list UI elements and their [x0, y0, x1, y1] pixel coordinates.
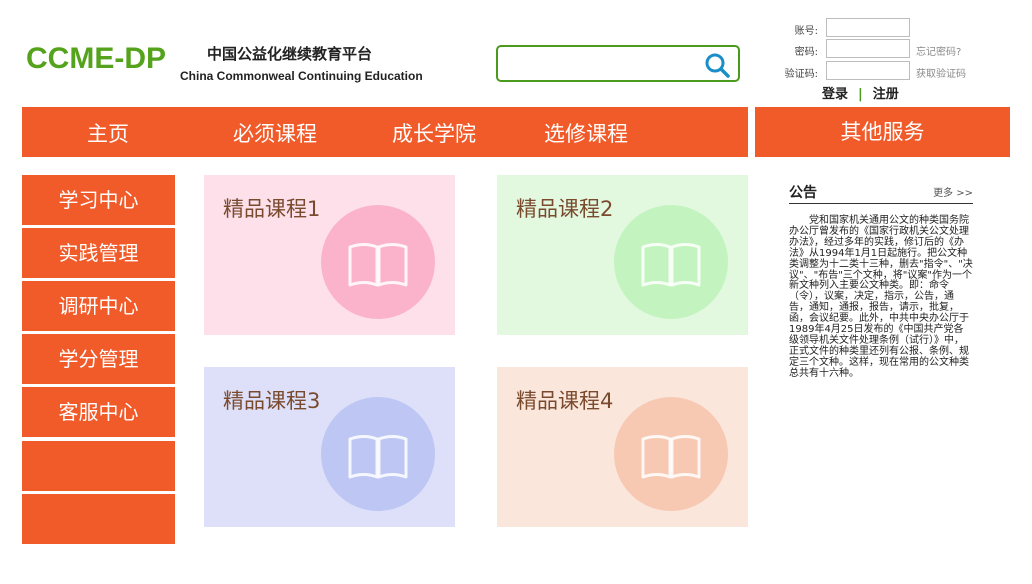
- site-logo[interactable]: CCME-DP: [26, 42, 166, 76]
- login-separator: |: [858, 87, 863, 102]
- site-title-en: China Commonweal Continuing Education: [180, 69, 423, 83]
- nav-item-home[interactable]: 主页: [87, 118, 129, 148]
- account-label: 账号:: [794, 26, 818, 37]
- search-icon[interactable]: [704, 52, 730, 78]
- account-input[interactable]: [826, 18, 910, 37]
- captcha-label: 验证码:: [784, 69, 818, 80]
- course-title: 精品课程3: [223, 389, 321, 413]
- course-card-2[interactable]: 精品课程2: [497, 175, 748, 335]
- course-title: 精品课程4: [516, 389, 614, 413]
- announcement-panel: 公告 更多 >> 党和国家机关通用公文的种类国务院办公厅曾发布的《国家行政机关公…: [789, 182, 973, 380]
- course-title: 精品课程2: [516, 197, 614, 221]
- search-input[interactable]: [504, 53, 694, 75]
- course-card-4[interactable]: 精品课程4: [497, 367, 748, 527]
- announcement-title: 公告: [789, 185, 817, 201]
- sidebar-item-empty-2[interactable]: [22, 494, 175, 544]
- sidebar-item-credit-management[interactable]: 学分管理: [22, 334, 175, 384]
- captcha-input[interactable]: [826, 61, 910, 80]
- open-book-icon: [348, 435, 408, 479]
- sidebar-item-empty-1[interactable]: [22, 441, 175, 491]
- open-book-icon: [641, 243, 701, 287]
- open-book-icon: [641, 435, 701, 479]
- get-captcha-link[interactable]: 获取验证码: [916, 65, 966, 80]
- forgot-password-link[interactable]: 忘记密码?: [916, 43, 961, 58]
- register-button[interactable]: 注册: [873, 87, 899, 102]
- site-title-cn: 中国公益化继续教育平台: [207, 45, 373, 63]
- sidebar-item-customer-service[interactable]: 客服中心: [22, 387, 175, 437]
- search-box: [496, 45, 740, 82]
- main-nav: 主页 必须课程 成长学院 选修课程: [22, 107, 748, 157]
- login-actions: 登录 | 注册: [822, 83, 899, 102]
- password-label: 密码:: [794, 47, 818, 58]
- announcement-more-link[interactable]: 更多 >>: [933, 184, 973, 199]
- course-card-1[interactable]: 精品课程1: [204, 175, 455, 335]
- sidebar-item-research-center[interactable]: 调研中心: [22, 281, 175, 331]
- nav-item-required-courses[interactable]: 必须课程: [233, 118, 317, 148]
- nav-item-elective-courses[interactable]: 选修课程: [544, 118, 628, 148]
- course-title: 精品课程1: [223, 197, 321, 221]
- login-button[interactable]: 登录: [822, 87, 848, 102]
- announcement-header: 公告 更多 >>: [789, 182, 973, 204]
- sidebar-item-practice-management[interactable]: 实践管理: [22, 228, 175, 278]
- password-input[interactable]: [826, 39, 910, 58]
- nav-item-other-services[interactable]: 其他服务: [755, 107, 1010, 157]
- nav-item-growth-academy[interactable]: 成长学院: [392, 118, 476, 148]
- course-card-3[interactable]: 精品课程3: [204, 367, 455, 527]
- sidebar-item-learning-center[interactable]: 学习中心: [22, 175, 175, 225]
- open-book-icon: [348, 243, 408, 287]
- announcement-body: 党和国家机关通用公文的种类国务院办公厅曾发布的《国家行政机关公文处理办法》，经过…: [789, 215, 973, 379]
